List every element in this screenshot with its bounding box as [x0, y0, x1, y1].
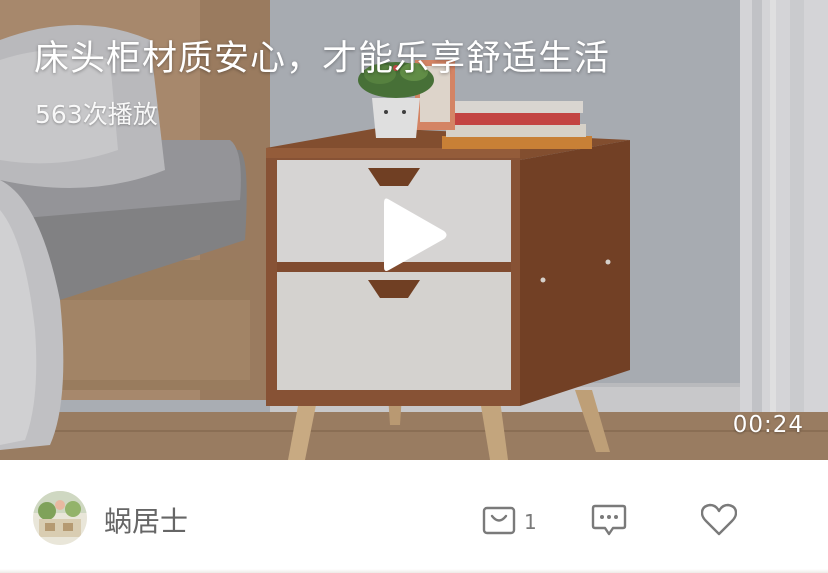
heart-icon — [701, 503, 737, 536]
play-count: 563次播放 — [35, 100, 158, 129]
cart-button[interactable]: 1 — [482, 500, 537, 540]
avatar[interactable] — [33, 491, 87, 545]
video-card[interactable]: 床头柜材质安心，才能乐享舒适生活 563次播放 00:24 蜗居士 1 — [0, 0, 828, 573]
video-player[interactable]: 床头柜材质安心，才能乐享舒适生活 563次播放 00:24 — [0, 0, 828, 460]
divider — [0, 569, 828, 573]
video-title: 床头柜材质安心，才能乐享舒适生活 — [34, 39, 611, 79]
shopping-bag-icon — [482, 506, 516, 535]
play-button[interactable] — [380, 193, 450, 277]
video-footer: 蜗居士 1 — [0, 460, 828, 573]
like-button[interactable] — [701, 500, 737, 540]
comment-icon — [591, 504, 627, 536]
author-name[interactable]: 蜗居士 — [104, 500, 188, 540]
play-icon — [384, 198, 447, 271]
video-duration: 00:24 — [732, 412, 804, 438]
cart-count: 1 — [524, 510, 537, 534]
comment-button[interactable] — [591, 500, 627, 540]
